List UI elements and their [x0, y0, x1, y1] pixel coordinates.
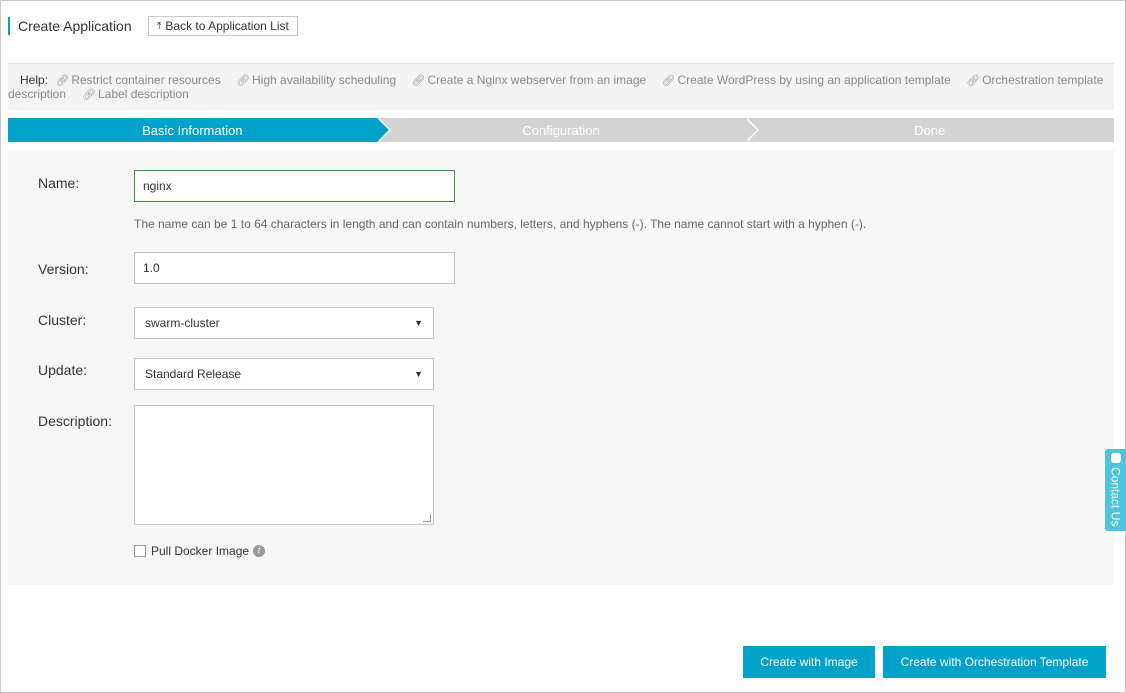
- help-label: Help:: [20, 73, 49, 87]
- update-label: Update:: [38, 362, 88, 378]
- back-to-list-label: Back to Application List: [165, 19, 289, 33]
- update-select[interactable]: Standard Release ▼: [134, 358, 434, 390]
- help-link-orchestration-description[interactable]: description: [8, 87, 66, 101]
- info-icon[interactable]: i: [253, 545, 266, 557]
- chevron-down-icon: ▼: [414, 369, 423, 379]
- page-header: Create Application: [8, 15, 132, 37]
- help-second-line: description 🔗︎ Label description: [8, 88, 201, 102]
- link-icon: 🔗︎: [411, 75, 426, 87]
- back-arrow-icon: ⤒: [157, 20, 162, 32]
- cluster-select[interactable]: swarm-cluster ▼: [134, 307, 434, 339]
- version-input-value: 1.0: [143, 261, 160, 275]
- contact-us-label: Contact Us: [1108, 467, 1123, 527]
- page-title: Create Application: [18, 18, 132, 34]
- help-link-wordpress-template[interactable]: 🔗︎ Create WordPress by using an applicati…: [661, 73, 951, 88]
- name-input[interactable]: nginx: [134, 170, 455, 202]
- step-chevron: [745, 118, 758, 142]
- help-link-label-description[interactable]: 🔗︎ Label description: [82, 87, 189, 102]
- name-input-value: nginx: [143, 179, 172, 193]
- link-icon: 🔗︎: [966, 75, 981, 87]
- contact-us-tab[interactable]: Contact Us: [1105, 449, 1126, 531]
- link-icon: 🔗︎: [82, 89, 96, 101]
- help-link-ha-scheduling[interactable]: 🔗︎ High availability scheduling: [236, 73, 396, 88]
- step-done: Done: [745, 118, 1115, 142]
- version-input[interactable]: 1.0: [134, 252, 455, 284]
- update-select-value: Standard Release: [145, 367, 242, 381]
- create-with-image-button[interactable]: Create with Image: [743, 646, 875, 678]
- resize-grip-icon[interactable]: [423, 514, 431, 522]
- help-link-restrict-resources[interactable]: 🔗︎ Restrict container resources: [55, 73, 220, 88]
- step-chevron: [376, 118, 389, 142]
- link-icon: 🔗︎: [236, 75, 251, 87]
- description-label: Description:: [38, 413, 112, 429]
- step-basic-information: Basic Information: [8, 118, 391, 142]
- pull-docker-image-row: Pull Docker Image i: [134, 544, 266, 558]
- create-with-template-button[interactable]: Create with Orchestration Template: [883, 646, 1106, 678]
- cluster-label: Cluster:: [38, 312, 87, 328]
- link-icon: 🔗︎: [661, 75, 676, 87]
- step-configuration: Configuration: [376, 118, 760, 142]
- description-textarea[interactable]: [134, 405, 434, 525]
- pull-docker-image-label: Pull Docker Image: [151, 544, 250, 558]
- chat-icon: [1110, 453, 1121, 463]
- basic-info-form: Name: nginx The name can be 1 to 64 char…: [8, 150, 1114, 585]
- chevron-down-icon: ▼: [414, 318, 423, 328]
- back-to-list-button[interactable]: ⤒ Back to Application List: [148, 16, 298, 36]
- wizard-steps: Basic Information Configuration Done: [8, 118, 1115, 142]
- title-accent-bar: [8, 17, 10, 35]
- name-hint: The name can be 1 to 64 characters in le…: [134, 217, 867, 231]
- pull-docker-image-checkbox[interactable]: [134, 545, 146, 557]
- cluster-select-value: swarm-cluster: [145, 316, 220, 330]
- link-icon: 🔗︎: [55, 75, 70, 87]
- version-label: Version:: [38, 261, 89, 277]
- name-label: Name:: [38, 175, 80, 191]
- help-bar: Help: 🔗︎ Restrict container resources 🔗︎ H…: [8, 64, 1114, 110]
- help-link-orchestration-template[interactable]: 🔗︎ Orchestration template: [966, 73, 1103, 88]
- help-link-nginx-webserver[interactable]: 🔗︎ Create a Nginx webserver from an image: [411, 73, 646, 88]
